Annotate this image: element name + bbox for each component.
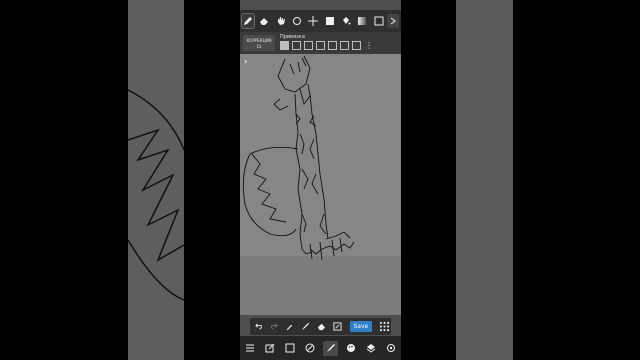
snap-circle-icon[interactable] [340, 41, 349, 50]
layers-icon[interactable] [363, 341, 378, 356]
tool-toolbar [240, 10, 401, 32]
snap-grid-icon[interactable] [304, 41, 313, 50]
rotate-icon[interactable] [303, 341, 318, 356]
snap-off-icon[interactable] [280, 41, 289, 50]
bucket-icon[interactable] [340, 14, 352, 28]
expand-toolbar-icon[interactable] [386, 14, 399, 28]
redo-icon[interactable] [268, 320, 281, 333]
settings-icon[interactable] [383, 341, 398, 356]
background-blur-left [128, 0, 184, 360]
lasso-icon[interactable] [291, 14, 303, 28]
snap-label: Привязка [280, 34, 305, 40]
hand-icon[interactable] [275, 14, 287, 28]
snap-options: ⋮ [280, 41, 373, 50]
snap-radial-icon[interactable] [328, 41, 337, 50]
edit-icon[interactable] [263, 341, 278, 356]
eraser-icon[interactable] [258, 14, 270, 28]
grid-menu-icon[interactable] [378, 320, 391, 333]
transform-icon[interactable] [331, 320, 344, 333]
expand-panel-icon[interactable]: › [244, 58, 248, 67]
eraser-quick-icon[interactable] [315, 320, 328, 333]
drawing-canvas[interactable]: › [240, 54, 401, 315]
move-icon[interactable] [307, 14, 319, 28]
selection-icon[interactable] [283, 341, 298, 356]
app-screen: КОРРЕКЦИЯ 15 Привязка ⋮ › Save [240, 0, 401, 360]
background-blur-right [456, 0, 513, 360]
menu-icon[interactable] [243, 341, 258, 356]
snap-parallel-icon[interactable] [292, 41, 301, 50]
color-palette-icon[interactable] [343, 341, 358, 356]
more-tools-icon[interactable] [372, 14, 384, 28]
correction-button[interactable]: КОРРЕКЦИЯ 15 [243, 35, 275, 51]
correction-value: 15 [256, 44, 262, 49]
sketch-drawing [242, 55, 355, 261]
more-options-icon[interactable]: ⋮ [365, 41, 373, 50]
pen-icon[interactable] [240, 13, 256, 29]
snap-curve-icon[interactable] [352, 41, 361, 50]
brush-icon[interactable] [299, 320, 312, 333]
fill-rect-icon[interactable] [323, 14, 335, 28]
brush-settings-icon[interactable] [323, 340, 339, 356]
save-button[interactable]: Save [349, 321, 373, 332]
bottom-navigation-bar [240, 336, 401, 360]
snap-lines-icon[interactable] [316, 41, 325, 50]
gradient-icon[interactable] [356, 14, 368, 28]
undo-icon[interactable] [252, 320, 265, 333]
tool-options-bar: КОРРЕКЦИЯ 15 Привязка ⋮ [240, 32, 401, 54]
quick-action-bar: Save [250, 318, 391, 335]
eyedropper-icon[interactable] [284, 320, 297, 333]
